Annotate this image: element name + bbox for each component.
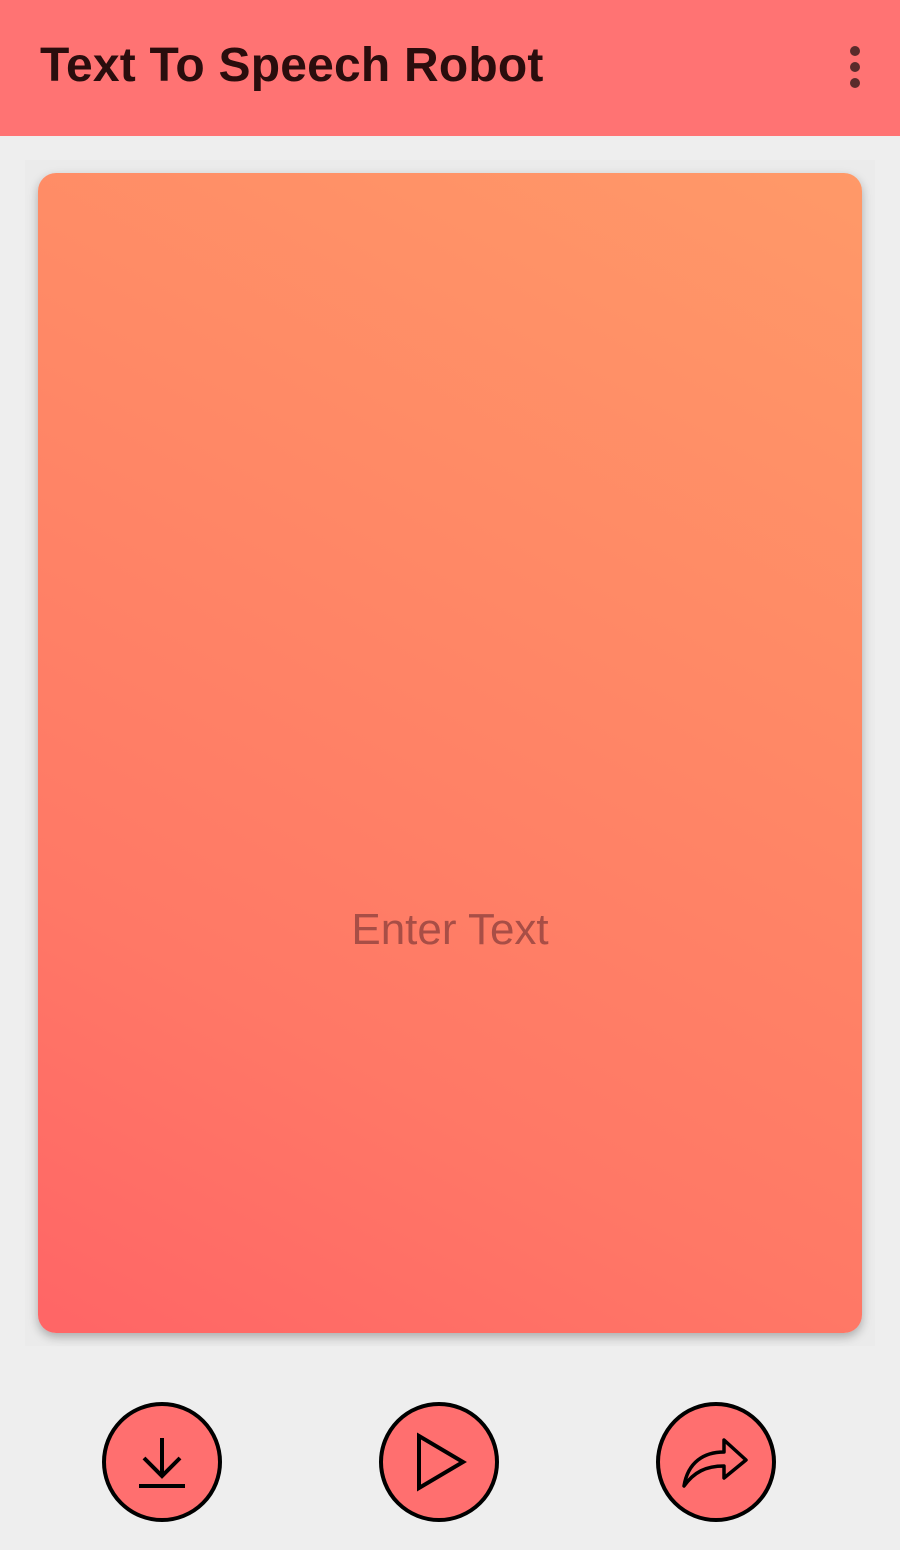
download-button[interactable] — [102, 1402, 222, 1522]
share-icon — [682, 1438, 748, 1488]
overflow-menu-button[interactable] — [840, 40, 870, 94]
app-bar: Text To Speech Robot — [0, 0, 900, 136]
more-vert-icon-dot — [850, 62, 860, 72]
app-title: Text To Speech Robot — [40, 39, 544, 92]
download-icon — [139, 1438, 185, 1488]
more-vert-icon — [850, 46, 860, 56]
play-icon — [417, 1432, 467, 1492]
play-button[interactable] — [379, 1402, 499, 1522]
text-card: Enter Text — [38, 173, 862, 1333]
text-input[interactable] — [38, 173, 862, 1333]
more-vert-icon-dot — [850, 78, 860, 88]
share-button[interactable] — [656, 1402, 776, 1522]
